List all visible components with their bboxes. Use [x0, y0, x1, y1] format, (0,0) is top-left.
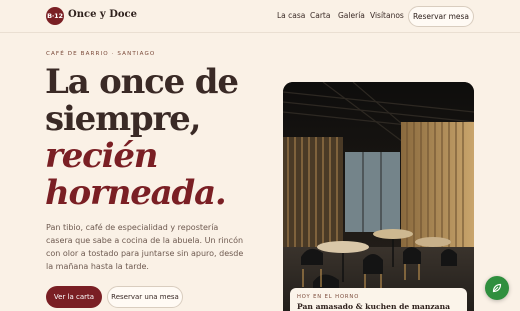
chat-button[interactable] [485, 276, 509, 300]
reserve-table-button[interactable]: Reservar mesa [408, 6, 474, 27]
nav-link-la-casa[interactable]: La casa [277, 11, 305, 20]
feature-title: Pan amasado & kuchen de manzana [297, 302, 451, 311]
headline-line-1: La once de [45, 62, 239, 102]
headline-accent-2: horneada. [45, 173, 227, 213]
view-menu-button[interactable]: Ver la carta [46, 286, 102, 308]
feature-eyebrow: HOY EN EL HORNO [297, 294, 360, 300]
cafe-interior-photo [283, 82, 474, 311]
nav-link-galeria[interactable]: Galería [338, 11, 365, 20]
brand-name[interactable]: Once y Doce [68, 9, 137, 20]
hero-eyebrow: CAFÉ DE BARRIO · SANTIAGO [46, 51, 156, 57]
reserve-a-table-button[interactable]: Reservar una mesa [107, 286, 183, 308]
feature-caption-card[interactable]: HOY EN EL HORNO Pan amasado & kuchen de … [290, 288, 467, 311]
nav-link-carta[interactable]: Carta [310, 11, 330, 20]
nav-link-visitanos[interactable]: Visítanos [370, 11, 404, 20]
logo-mark[interactable]: B·12 [46, 7, 64, 25]
hero-headline: La once de siempre, recién horneada. [45, 62, 239, 213]
headline-line-2: siempre, [45, 99, 201, 139]
cafe-interior-illustration [283, 82, 474, 311]
headline-accent-1: recién [45, 136, 159, 176]
site-header: B·12 Once y Doce La casa Carta Galería V… [0, 0, 520, 33]
hero-description: Pan tibio, café de especialidad y repost… [46, 223, 244, 271]
leaf-icon [492, 283, 502, 293]
